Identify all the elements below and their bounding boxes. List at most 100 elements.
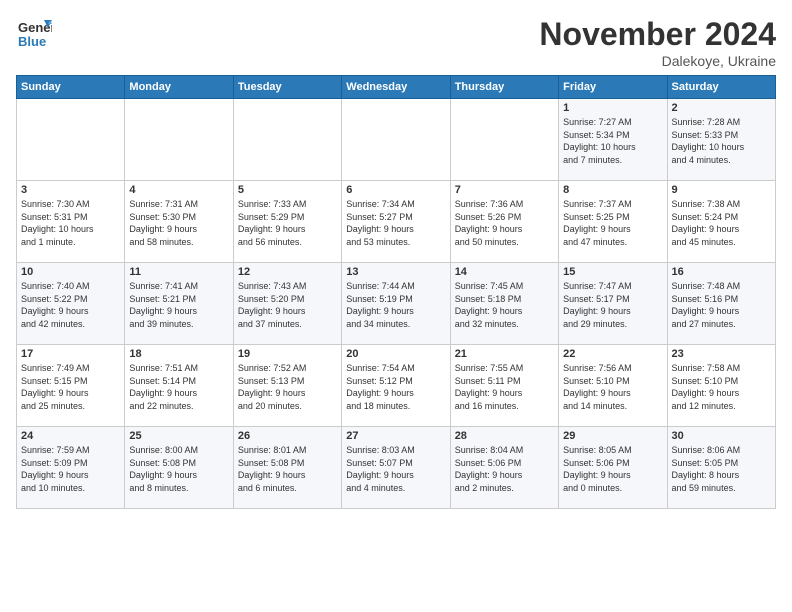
day-number: 13 (346, 266, 445, 278)
day-number: 23 (672, 348, 771, 360)
weekday-header-row: Sunday Monday Tuesday Wednesday Thursday… (17, 76, 776, 99)
header-wednesday: Wednesday (342, 76, 450, 99)
day-info: Sunrise: 8:01 AM Sunset: 5:08 PM Dayligh… (238, 444, 337, 494)
week-row-4: 24 Sunrise: 7:59 AM Sunset: 5:09 PM Dayli… (17, 427, 776, 509)
day-cell-w1-d5: 8 Sunrise: 7:37 AM Sunset: 5:25 PM Daylig… (559, 181, 667, 263)
header-saturday: Saturday (667, 76, 775, 99)
day-cell-w0-d5: 1 Sunrise: 7:27 AM Sunset: 5:34 PM Daylig… (559, 99, 667, 181)
day-cell-w3-d5: 22 Sunrise: 7:56 AM Sunset: 5:10 PM Dayli… (559, 345, 667, 427)
day-cell-w1-d1: 4 Sunrise: 7:31 AM Sunset: 5:30 PM Daylig… (125, 181, 233, 263)
day-cell-w1-d6: 9Sunrise: 7:38 AM Sunset: 5:24 PM Daylig… (667, 181, 775, 263)
day-number: 22 (563, 348, 662, 360)
day-cell-w4-d4: 28 Sunrise: 8:04 AM Sunset: 5:06 PM Dayli… (450, 427, 558, 509)
day-cell-w1-d0: 3 Sunrise: 7:30 AM Sunset: 5:31 PM Daylig… (17, 181, 125, 263)
logo: General Blue (16, 16, 52, 52)
day-info: Sunrise: 7:44 AM Sunset: 5:19 PM Dayligh… (346, 280, 445, 330)
logo-icon: General Blue (16, 16, 52, 52)
day-cell-w0-d3 (342, 99, 450, 181)
day-cell-w2-d5: 15 Sunrise: 7:47 AM Sunset: 5:17 PM Dayli… (559, 263, 667, 345)
day-cell-w3-d3: 20Sunrise: 7:54 AM Sunset: 5:12 PM Dayli… (342, 345, 450, 427)
day-cell-w2-d2: 12 Sunrise: 7:43 AM Sunset: 5:20 PM Dayli… (233, 263, 341, 345)
day-number: 14 (455, 266, 554, 278)
day-cell-w1-d3: 6 Sunrise: 7:34 AM Sunset: 5:27 PM Daylig… (342, 181, 450, 263)
day-number: 4 (129, 184, 228, 196)
day-number: 1 (563, 102, 662, 114)
header-monday: Monday (125, 76, 233, 99)
day-cell-w1-d2: 5 Sunrise: 7:33 AM Sunset: 5:29 PM Daylig… (233, 181, 341, 263)
header-thursday: Thursday (450, 76, 558, 99)
title-block: November 2024 Dalekoye, Ukraine (539, 16, 776, 69)
day-info: Sunrise: 7:34 AM Sunset: 5:27 PM Dayligh… (346, 198, 445, 248)
day-info: Sunrise: 7:33 AM Sunset: 5:29 PM Dayligh… (238, 198, 337, 248)
day-number: 28 (455, 430, 554, 442)
day-info: Sunrise: 7:27 AM Sunset: 5:34 PM Dayligh… (563, 116, 662, 166)
day-cell-w4-d2: 26 Sunrise: 8:01 AM Sunset: 5:08 PM Dayli… (233, 427, 341, 509)
day-info: Sunrise: 7:48 AM Sunset: 5:16 PM Dayligh… (672, 280, 771, 330)
day-number: 19 (238, 348, 337, 360)
day-info: Sunrise: 8:05 AM Sunset: 5:06 PM Dayligh… (563, 444, 662, 494)
day-cell-w4-d5: 29 Sunrise: 8:05 AM Sunset: 5:06 PM Dayli… (559, 427, 667, 509)
day-cell-w4-d3: 27 Sunrise: 8:03 AM Sunset: 5:07 PM Dayli… (342, 427, 450, 509)
day-info: Sunrise: 7:28 AM Sunset: 5:33 PM Dayligh… (672, 116, 771, 166)
header: General Blue November 2024 Dalekoye, Ukr… (16, 16, 776, 69)
day-info: Sunrise: 8:03 AM Sunset: 5:07 PM Dayligh… (346, 444, 445, 494)
month-title: November 2024 (539, 16, 776, 53)
day-info: Sunrise: 7:47 AM Sunset: 5:17 PM Dayligh… (563, 280, 662, 330)
week-row-3: 17Sunrise: 7:49 AM Sunset: 5:15 PM Dayli… (17, 345, 776, 427)
day-number: 26 (238, 430, 337, 442)
day-cell-w0-d6: 2 Sunrise: 7:28 AM Sunset: 5:33 PM Daylig… (667, 99, 775, 181)
day-info: Sunrise: 7:30 AM Sunset: 5:31 PM Dayligh… (21, 198, 120, 248)
day-info: Sunrise: 7:31 AM Sunset: 5:30 PM Dayligh… (129, 198, 228, 248)
day-cell-w0-d4 (450, 99, 558, 181)
day-number: 8 (563, 184, 662, 196)
day-number: 9 (672, 184, 771, 196)
day-info: Sunrise: 7:59 AM Sunset: 5:09 PM Dayligh… (21, 444, 120, 494)
day-cell-w4-d1: 25 Sunrise: 8:00 AM Sunset: 5:08 PM Dayli… (125, 427, 233, 509)
day-number: 25 (129, 430, 228, 442)
header-tuesday: Tuesday (233, 76, 341, 99)
svg-text:Blue: Blue (18, 34, 46, 49)
day-info: Sunrise: 8:06 AM Sunset: 5:05 PM Dayligh… (672, 444, 771, 494)
day-number: 18 (129, 348, 228, 360)
day-number: 5 (238, 184, 337, 196)
day-info: Sunrise: 7:52 AM Sunset: 5:13 PM Dayligh… (238, 362, 337, 412)
day-cell-w0-d1 (125, 99, 233, 181)
day-info: Sunrise: 7:54 AM Sunset: 5:12 PM Dayligh… (346, 362, 445, 412)
day-cell-w2-d0: 10Sunrise: 7:40 AM Sunset: 5:22 PM Dayli… (17, 263, 125, 345)
day-cell-w4-d6: 30Sunrise: 8:06 AM Sunset: 5:05 PM Dayli… (667, 427, 775, 509)
day-info: Sunrise: 7:58 AM Sunset: 5:10 PM Dayligh… (672, 362, 771, 412)
week-row-1: 3 Sunrise: 7:30 AM Sunset: 5:31 PM Daylig… (17, 181, 776, 263)
day-info: Sunrise: 7:51 AM Sunset: 5:14 PM Dayligh… (129, 362, 228, 412)
day-info: Sunrise: 8:00 AM Sunset: 5:08 PM Dayligh… (129, 444, 228, 494)
day-number: 12 (238, 266, 337, 278)
calendar-page: General Blue November 2024 Dalekoye, Ukr… (0, 0, 792, 612)
day-cell-w2-d3: 13 Sunrise: 7:44 AM Sunset: 5:19 PM Dayli… (342, 263, 450, 345)
day-cell-w3-d0: 17Sunrise: 7:49 AM Sunset: 5:15 PM Dayli… (17, 345, 125, 427)
day-cell-w3-d1: 18 Sunrise: 7:51 AM Sunset: 5:14 PM Dayli… (125, 345, 233, 427)
day-number: 3 (21, 184, 120, 196)
day-number: 7 (455, 184, 554, 196)
day-info: Sunrise: 7:41 AM Sunset: 5:21 PM Dayligh… (129, 280, 228, 330)
day-number: 21 (455, 348, 554, 360)
day-number: 2 (672, 102, 771, 114)
week-row-2: 10Sunrise: 7:40 AM Sunset: 5:22 PM Dayli… (17, 263, 776, 345)
day-info: Sunrise: 7:43 AM Sunset: 5:20 PM Dayligh… (238, 280, 337, 330)
day-info: Sunrise: 7:37 AM Sunset: 5:25 PM Dayligh… (563, 198, 662, 248)
day-cell-w2-d4: 14Sunrise: 7:45 AM Sunset: 5:18 PM Dayli… (450, 263, 558, 345)
day-info: Sunrise: 7:36 AM Sunset: 5:26 PM Dayligh… (455, 198, 554, 248)
day-cell-w1-d4: 7 Sunrise: 7:36 AM Sunset: 5:26 PM Daylig… (450, 181, 558, 263)
day-number: 29 (563, 430, 662, 442)
day-number: 27 (346, 430, 445, 442)
day-number: 24 (21, 430, 120, 442)
calendar-table: Sunday Monday Tuesday Wednesday Thursday… (16, 75, 776, 509)
day-info: Sunrise: 8:04 AM Sunset: 5:06 PM Dayligh… (455, 444, 554, 494)
day-cell-w0-d0 (17, 99, 125, 181)
header-friday: Friday (559, 76, 667, 99)
day-info: Sunrise: 7:56 AM Sunset: 5:10 PM Dayligh… (563, 362, 662, 412)
day-number: 6 (346, 184, 445, 196)
day-cell-w2-d1: 11Sunrise: 7:41 AM Sunset: 5:21 PM Dayli… (125, 263, 233, 345)
day-number: 15 (563, 266, 662, 278)
day-info: Sunrise: 7:40 AM Sunset: 5:22 PM Dayligh… (21, 280, 120, 330)
day-cell-w4-d0: 24 Sunrise: 7:59 AM Sunset: 5:09 PM Dayli… (17, 427, 125, 509)
day-cell-w3-d2: 19 Sunrise: 7:52 AM Sunset: 5:13 PM Dayli… (233, 345, 341, 427)
